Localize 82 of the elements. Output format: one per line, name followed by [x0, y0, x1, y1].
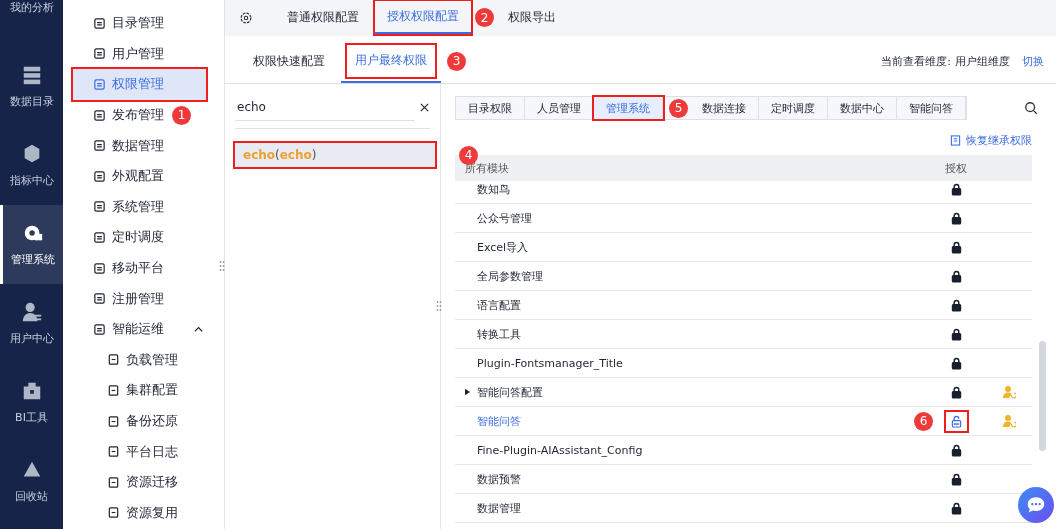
menu-item[interactable]: 平台日志	[73, 436, 206, 467]
chat-button[interactable]	[1018, 487, 1054, 523]
expand-arrow-icon[interactable]	[465, 388, 470, 396]
menu-item[interactable]: 系统管理	[73, 191, 206, 223]
list-icon	[93, 16, 106, 30]
tab[interactable]: 授权权限配置	[375, 1, 471, 34]
drag-handle-icon[interactable]	[436, 300, 442, 312]
nav-item[interactable]: 用户中心	[0, 284, 63, 363]
tab[interactable]: 智能问答	[897, 97, 966, 119]
search-field[interactable]: echo	[235, 94, 415, 121]
menu-item[interactable]: 负载管理	[73, 344, 206, 376]
table-cell: 智能问答	[477, 413, 521, 429]
menu-item[interactable]: 目录管理	[73, 8, 206, 39]
menu-item[interactable]: 数据管理	[73, 130, 206, 161]
tab[interactable]: 权限导出	[496, 1, 568, 34]
menu-item[interactable]: 外观配置	[73, 160, 206, 192]
table-cell: 转换工具	[477, 326, 521, 342]
nav-item[interactable]: 我的分析	[0, 0, 63, 47]
nav-item[interactable]: BI工具	[0, 363, 63, 442]
tab[interactable]: 管理系统	[594, 97, 663, 119]
tab[interactable]: 数据连接	[690, 97, 759, 119]
lock-icon[interactable]	[950, 356, 962, 370]
callout-badge: 2	[475, 8, 494, 27]
switch-link[interactable]: 切换	[1022, 53, 1044, 69]
table-cell: Plugin-Fontsmanager_Title	[477, 356, 623, 370]
tab[interactable]: 用户最终权限	[341, 39, 441, 83]
settings-icon[interactable]	[239, 10, 253, 25]
menu-item[interactable]: 发布管理 1	[73, 99, 206, 131]
lock-icon[interactable]	[950, 327, 962, 341]
menu-item[interactable]: 智能运维	[73, 313, 206, 345]
nav-item[interactable]: 数据目录	[0, 47, 63, 126]
tab[interactable]: 数据中心	[828, 97, 897, 119]
user-item[interactable]: echo(echo)	[235, 143, 435, 167]
restore-link[interactable]: 恢复继承权限	[966, 132, 1032, 148]
table-cell: 语言配置	[477, 297, 521, 313]
dimension-value: 用户组维度	[955, 53, 1010, 69]
menu-item[interactable]: 注册管理	[73, 283, 206, 314]
menu-item[interactable]: 资源迁移	[73, 466, 206, 498]
menu-item[interactable]: 备份还原	[73, 405, 206, 437]
menu-item[interactable]: 用户管理	[73, 38, 206, 70]
callout-badge: 5	[669, 98, 688, 118]
tab[interactable]: 定时调度	[759, 97, 828, 119]
table-cell: 公众号管理	[477, 210, 532, 226]
tab[interactable]: 普通权限配置	[275, 1, 371, 34]
menu-item[interactable]: 定时调度	[73, 222, 206, 253]
drag-handle-icon[interactable]	[219, 260, 225, 272]
nav-item[interactable]: 指标中心	[0, 126, 63, 205]
menu-item[interactable]: 移动平台	[73, 252, 206, 284]
lock-icon[interactable]	[950, 298, 962, 312]
menu-item[interactable]: 集群配置	[73, 375, 206, 406]
lock-icon[interactable]	[950, 501, 962, 515]
table-cell: Fine-Plugin-AIAssistant_Config	[477, 443, 643, 457]
dimension-label: 当前查看维度:	[881, 53, 951, 69]
table-cell: 数据预警	[477, 471, 521, 487]
table-cell: 数知鸟	[477, 181, 510, 197]
callout-badge: 6	[914, 411, 933, 431]
unlock-icon[interactable]	[950, 414, 962, 428]
table-cell: 智能问答配置	[477, 384, 543, 400]
document-icon	[950, 134, 961, 146]
tab[interactable]: 目录权限	[456, 97, 525, 119]
lock-icon[interactable]	[950, 182, 962, 196]
menu-item[interactable]: 资源复用	[73, 497, 206, 529]
lock-icon[interactable]	[950, 472, 962, 486]
nav-item[interactable]: 管理系统	[0, 205, 63, 284]
document-icon	[93, 292, 106, 306]
table-cell: 全局参数管理	[477, 268, 543, 284]
callout-badge: 3	[447, 51, 466, 71]
lock-icon[interactable]	[950, 240, 962, 254]
nav-item[interactable]: 回收站	[0, 442, 63, 521]
lock-icon[interactable]	[950, 211, 962, 225]
column-header: 授权	[944, 160, 968, 176]
lock-icon[interactable]	[950, 385, 962, 399]
close-icon[interactable]	[419, 102, 430, 113]
menu-item[interactable]: 权限管理	[73, 69, 206, 100]
table-cell: 数据管理	[477, 500, 521, 516]
table-cell: Excel导入	[477, 239, 529, 255]
scrollbar-thumb[interactable]	[1039, 341, 1046, 451]
lock-icon[interactable]	[950, 269, 962, 283]
tab[interactable]: 权限快速配置	[243, 39, 335, 83]
callout-badge: 1	[172, 105, 191, 125]
lock-icon[interactable]	[950, 443, 962, 457]
card-icon	[107, 353, 120, 367]
